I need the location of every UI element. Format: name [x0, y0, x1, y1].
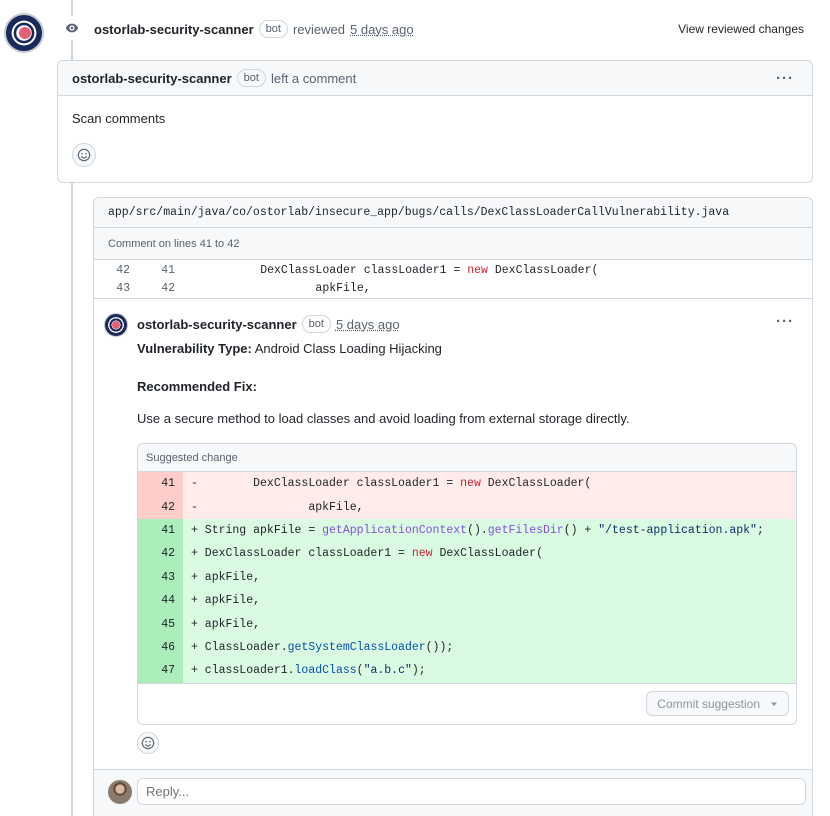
vulnerability-type: Vulnerability Type: Android Class Loadin… — [137, 340, 797, 358]
added-line: 41 + String apkFile = getApplicationConte… — [138, 518, 796, 543]
added-line: 46 + ClassLoader. getSystemClassLoader ()); — [138, 635, 796, 660]
reply-input[interactable] — [137, 778, 806, 805]
file-path[interactable]: app/src/main/java/co/ostorlab/insecure_a… — [94, 198, 812, 228]
new-line-number: 41 — [161, 263, 175, 277]
line-number: 46 — [138, 635, 183, 660]
bot-avatar[interactable] — [104, 313, 128, 337]
line-number: 43 — [138, 565, 183, 589]
smiley-icon — [77, 148, 91, 162]
line-number: 42 — [138, 542, 183, 566]
commit-suggestion-button[interactable]: Commit suggestion — [646, 691, 789, 716]
inline-comment-author-link[interactable]: ostorlab-security-scanner — [137, 317, 297, 332]
diff-code: apkFile, — [175, 279, 812, 297]
added-code: + ClassLoader. getSystemClassLoader ()); — [183, 635, 796, 660]
inline-comment-header: ostorlab-security-scanner bot 5 days ago — [137, 315, 400, 333]
inline-review-comment: ostorlab-security-scanner bot 5 days ago… — [94, 298, 812, 772]
add-reaction-button[interactable] — [72, 143, 96, 167]
bot-badge: bot — [236, 69, 266, 87]
old-line-number: 43 — [116, 281, 130, 295]
eye-icon — [60, 16, 84, 40]
comment-body: Scan comments — [58, 96, 812, 167]
suggestion-footer: Commit suggestion — [138, 683, 796, 724]
user-avatar[interactable] — [108, 780, 132, 804]
vulnerability-type-label: Vulnerability Type: — [137, 341, 252, 356]
reply-bar — [94, 769, 812, 816]
bot-badge: bot — [301, 315, 331, 333]
comment-header: ostorlab-security-scanner bot left a com… — [58, 61, 812, 96]
line-number: 45 — [138, 612, 183, 636]
bot-badge: bot — [258, 20, 288, 38]
recommended-fix-text: Use a secure method to load classes and … — [137, 411, 630, 426]
added-line: 43 + apkFile, — [138, 565, 796, 589]
code-keyword: new — [467, 263, 488, 277]
line-number: 47 — [138, 659, 183, 683]
code-text: apkFile, — [205, 281, 371, 295]
diff-context: 42 41 DexClassLoader classLoader1 = new … — [94, 261, 812, 297]
suggested-change-box: Suggested change 41- DexClassLoader clas… — [137, 443, 797, 725]
suggested-change-label: Suggested change — [138, 444, 796, 472]
added-line: 47 + classLoader1. loadClass("a.b.c"); — [138, 659, 796, 683]
added-code: + apkFile, — [183, 612, 796, 636]
diff-code: DexClassLoader classLoader1 = new DexCla… — [175, 261, 812, 279]
code-text: DexClassLoader classLoader1 = — [205, 263, 468, 277]
diff-line: 43 42 apkFile, — [94, 279, 812, 297]
added-code: + DexClassLoader classLoader1 = new DexC… — [183, 542, 796, 566]
deleted-line: 41- DexClassLoader classLoader1 = new De… — [138, 472, 796, 496]
line-number: 44 — [138, 588, 183, 613]
comment-action-text: left a comment — [270, 70, 357, 86]
added-code: + classLoader1. loadClass("a.b.c"); — [183, 659, 796, 683]
added-line: 45 + apkFile, — [138, 612, 796, 636]
bot-avatar[interactable] — [4, 13, 44, 53]
inline-comment-timestamp[interactable]: 5 days ago — [336, 317, 400, 332]
review-thread: app/src/main/java/co/ostorlab/insecure_a… — [93, 197, 813, 816]
timeline-line — [71, 182, 73, 816]
suggestion-diff: 41- DexClassLoader classLoader1 = new De… — [138, 472, 796, 683]
caret-down-icon — [771, 702, 777, 706]
comment-options-button[interactable]: ··· — [776, 70, 794, 87]
added-code: + apkFile, — [183, 588, 796, 613]
comment-lines-label: Comment on lines 41 to 42 — [94, 228, 812, 260]
review-author-link[interactable]: ostorlab-security-scanner — [94, 22, 254, 37]
new-line-number: 42 — [161, 281, 175, 295]
line-number: 41 — [138, 472, 183, 496]
deleted-code: - DexClassLoader classLoader1 = new DexC… — [183, 472, 796, 496]
diff-line: 42 41 DexClassLoader classLoader1 = new … — [94, 261, 812, 279]
comment-text: Scan comments — [72, 111, 166, 126]
added-code: + apkFile, — [183, 565, 796, 589]
comment-author-link[interactable]: ostorlab-security-scanner — [72, 71, 232, 86]
inline-comment-body: Vulnerability Type: Android Class Loadin… — [137, 340, 797, 428]
deleted-line: 42- apkFile, — [138, 495, 796, 519]
vulnerability-type-value: Android Class Loading Hijacking — [251, 341, 442, 356]
deleted-code: - apkFile, — [183, 495, 796, 519]
inline-comment-options-button[interactable]: ··· — [776, 313, 794, 330]
old-line-number: 42 — [116, 263, 130, 277]
commit-suggestion-label: Commit suggestion — [657, 696, 760, 711]
recommended-fix-heading: Recommended Fix: — [137, 378, 797, 396]
smiley-icon — [141, 736, 155, 750]
code-text: DexClassLoader( — [487, 263, 599, 277]
review-timestamp[interactable]: 5 days ago — [350, 22, 414, 37]
line-number: 42 — [138, 495, 183, 519]
review-header: ostorlab-security-scanner bot reviewed 5… — [94, 20, 414, 38]
add-reaction-button[interactable] — [137, 732, 159, 754]
review-action-text: reviewed — [292, 21, 345, 37]
review-comment-box: ostorlab-security-scanner bot left a com… — [57, 60, 813, 183]
line-number: 41 — [138, 518, 183, 543]
added-code: + String apkFile = getApplicationContext… — [183, 518, 796, 543]
recommended-fix-label: Recommended Fix: — [137, 379, 257, 394]
added-line: 42 + DexClassLoader classLoader1 = new De… — [138, 542, 796, 566]
view-reviewed-changes-link[interactable]: View reviewed changes — [678, 22, 804, 36]
added-line: 44 + apkFile, — [138, 588, 796, 613]
